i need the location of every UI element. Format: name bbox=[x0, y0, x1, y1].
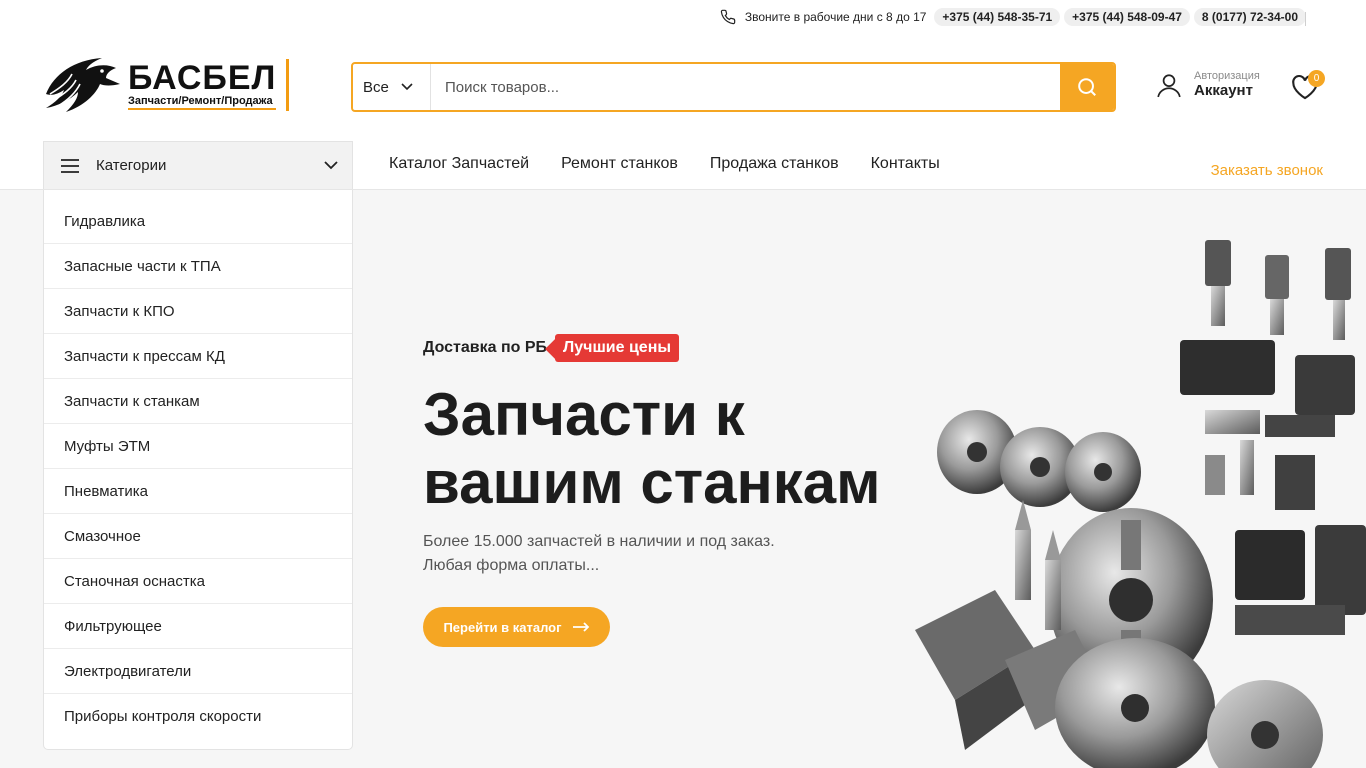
category-item[interactable]: Муфты ЭТМ bbox=[44, 424, 352, 469]
order-call-link[interactable]: Заказать звонок bbox=[1211, 162, 1323, 179]
working-hours-text: Звоните в рабочие дни с 8 до 17 bbox=[744, 10, 927, 24]
category-item[interactable]: Электродвигатели bbox=[44, 649, 352, 694]
topbar-divider bbox=[1305, 12, 1306, 26]
best-price-badge-label: Лучшие цены bbox=[563, 339, 672, 356]
account-link[interactable]: Авторизация Аккаунт bbox=[1156, 70, 1260, 99]
menu-item-contacts[interactable]: Контакты bbox=[871, 155, 940, 173]
wishlist-count-badge: 0 bbox=[1308, 70, 1325, 87]
category-item[interactable]: Пневматика bbox=[44, 469, 352, 514]
category-item[interactable]: Гидравлика bbox=[44, 199, 352, 244]
main-menu: Каталог Запчастей Ремонт станков Продажа… bbox=[389, 155, 940, 173]
account-label: Аккаунт bbox=[1194, 82, 1253, 99]
hero-description: Более 15.000 запчастей в наличии и под з… bbox=[423, 530, 823, 578]
chevron-down-icon bbox=[401, 83, 413, 91]
arrow-right-icon bbox=[572, 622, 589, 632]
hero-tagline: Доставка по РБ Лучшие цены bbox=[423, 334, 680, 362]
category-item[interactable]: Фильтрующее bbox=[44, 604, 352, 649]
user-icon bbox=[1157, 73, 1181, 97]
category-list: Гидравлика Запасные части к ТПА Запчасти… bbox=[43, 190, 353, 750]
search-category-value: Все bbox=[363, 78, 389, 96]
category-item[interactable]: Запчасти к прессам КД bbox=[44, 334, 352, 379]
account-text: Авторизация Аккаунт bbox=[1194, 70, 1260, 99]
search-bar: Все bbox=[351, 62, 1116, 112]
machine-parts-image bbox=[915, 240, 1366, 768]
hero-description-line-1: Более 15.000 запчастей в наличии и под з… bbox=[423, 533, 775, 550]
hero-title: Запчасти к вашим станкам bbox=[423, 381, 881, 516]
menu-item-repair[interactable]: Ремонт станков bbox=[561, 155, 678, 173]
menu-item-sale[interactable]: Продажа станков bbox=[710, 155, 839, 173]
phone-link-3[interactable]: 8 (0177) 72-34-00 bbox=[1193, 8, 1306, 26]
category-item[interactable]: Смазочное bbox=[44, 514, 352, 559]
phone-icon bbox=[719, 8, 737, 26]
category-item[interactable]: Запчасти к станкам bbox=[44, 379, 352, 424]
logo-text: БАСБЕЛ Запчасти/Ремонт/Продажа bbox=[128, 58, 290, 111]
account-small-label: Авторизация bbox=[1194, 70, 1260, 82]
search-input[interactable] bbox=[431, 64, 1060, 110]
eagle-logo-icon bbox=[46, 58, 120, 112]
go-to-catalog-button[interactable]: Перейти в каталог bbox=[423, 607, 610, 647]
phone-link-2[interactable]: +375 (44) 548-09-47 bbox=[1064, 8, 1190, 26]
menu-item-catalog[interactable]: Каталог Запчастей bbox=[389, 155, 529, 173]
logo-name: БАСБЕЛ bbox=[128, 58, 277, 97]
categories-toggle[interactable]: Категории bbox=[43, 141, 353, 190]
category-item[interactable]: Запчасти к КПО bbox=[44, 289, 352, 334]
category-item[interactable]: Станочная оснастка bbox=[44, 559, 352, 604]
category-item[interactable]: Запасные части к ТПА bbox=[44, 244, 352, 289]
hero-delivery-text: Доставка по РБ bbox=[423, 339, 548, 356]
search-button[interactable] bbox=[1060, 64, 1114, 110]
category-item[interactable]: Приборы контроля скорости bbox=[44, 694, 352, 739]
best-price-badge: Лучшие цены bbox=[555, 334, 680, 362]
search-category-select[interactable]: Все bbox=[353, 64, 431, 110]
hamburger-icon bbox=[61, 158, 79, 173]
contact-strip: Звоните в рабочие дни с 8 до 17 +375 (44… bbox=[719, 8, 1306, 26]
top-bar: Звоните в рабочие дни с 8 до 17 +375 (44… bbox=[0, 0, 1366, 38]
search-icon bbox=[1078, 78, 1096, 96]
chevron-down-icon bbox=[324, 161, 338, 170]
hero-description-line-2: Любая форма оплаты... bbox=[423, 557, 600, 574]
site-logo[interactable]: БАСБЕЛ Запчасти/Ремонт/Продажа bbox=[44, 54, 294, 116]
go-to-catalog-label: Перейти в каталог bbox=[443, 619, 562, 635]
logo-subtitle: Запчасти/Ремонт/Продажа bbox=[128, 95, 277, 110]
phone-link-1[interactable]: +375 (44) 548-35-71 bbox=[934, 8, 1061, 26]
categories-label: Категории bbox=[96, 157, 167, 174]
